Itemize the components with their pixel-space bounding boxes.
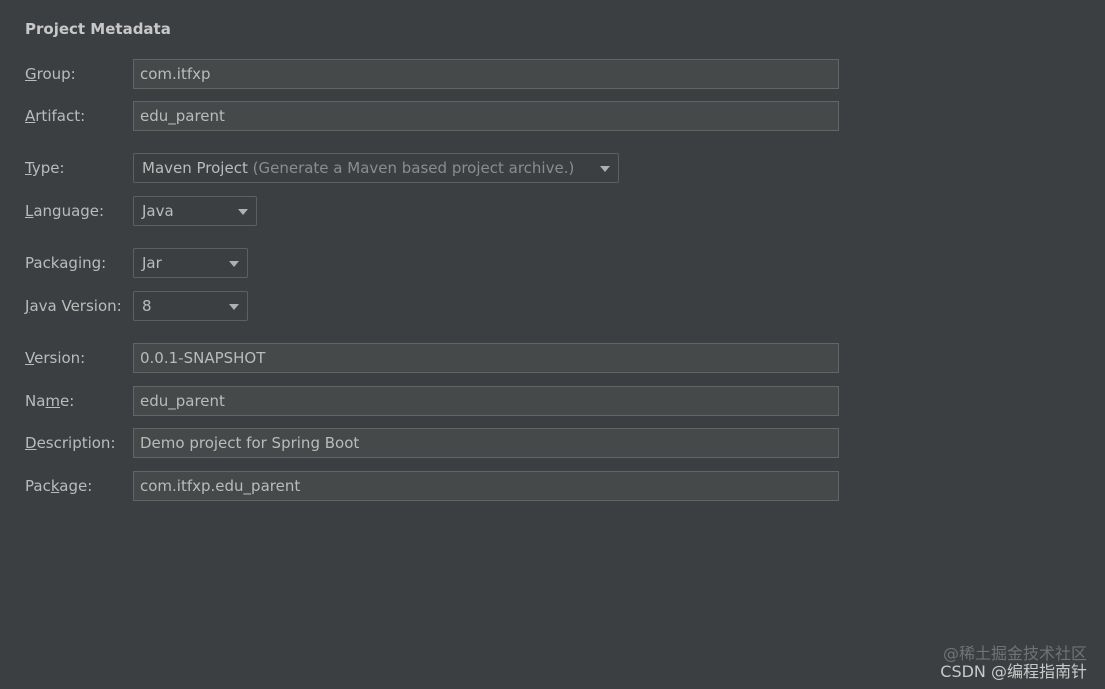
watermark-line-1: @稀土掘金技术社区 <box>942 644 1087 663</box>
type-dropdown[interactable]: Maven Project (Generate a Maven based pr… <box>133 153 619 183</box>
packaging-label: Packaging: <box>25 254 107 272</box>
section-title: Project Metadata <box>25 20 171 38</box>
watermark-line-2: CSDN @编程指南针 <box>940 662 1087 681</box>
package-input[interactable]: com.itfxp.edu_parent <box>133 471 839 501</box>
chevron-down-icon <box>600 166 610 172</box>
group-label: Group: <box>25 65 76 83</box>
packaging-value: Jar <box>142 254 162 272</box>
type-value: Maven Project (Generate a Maven based pr… <box>142 159 575 177</box>
package-label: Package: <box>25 477 93 495</box>
description-input[interactable]: Demo project for Spring Boot <box>133 428 839 458</box>
java-version-label: Java Version: <box>25 297 122 315</box>
java-version-dropdown[interactable]: 8 <box>133 291 248 321</box>
chevron-down-icon <box>229 304 239 310</box>
type-label: Type: <box>25 159 65 177</box>
language-dropdown[interactable]: Java <box>133 196 257 226</box>
chevron-down-icon <box>238 209 248 215</box>
artifact-input[interactable]: edu_parent <box>133 101 839 131</box>
group-input[interactable]: com.itfxp <box>133 59 839 89</box>
artifact-label: Artifact: <box>25 107 86 125</box>
language-label: Language: <box>25 202 105 220</box>
packaging-dropdown[interactable]: Jar <box>133 248 248 278</box>
name-label: Name: <box>25 392 75 410</box>
name-input[interactable]: edu_parent <box>133 386 839 416</box>
description-label: Description: <box>25 434 116 452</box>
chevron-down-icon <box>229 261 239 267</box>
watermark: @稀土掘金技术社区 CSDN @编程指南针 <box>940 645 1087 681</box>
language-value: Java <box>142 202 174 220</box>
version-label: Version: <box>25 349 86 367</box>
java-version-value: 8 <box>142 297 152 315</box>
version-input[interactable]: 0.0.1-SNAPSHOT <box>133 343 839 373</box>
